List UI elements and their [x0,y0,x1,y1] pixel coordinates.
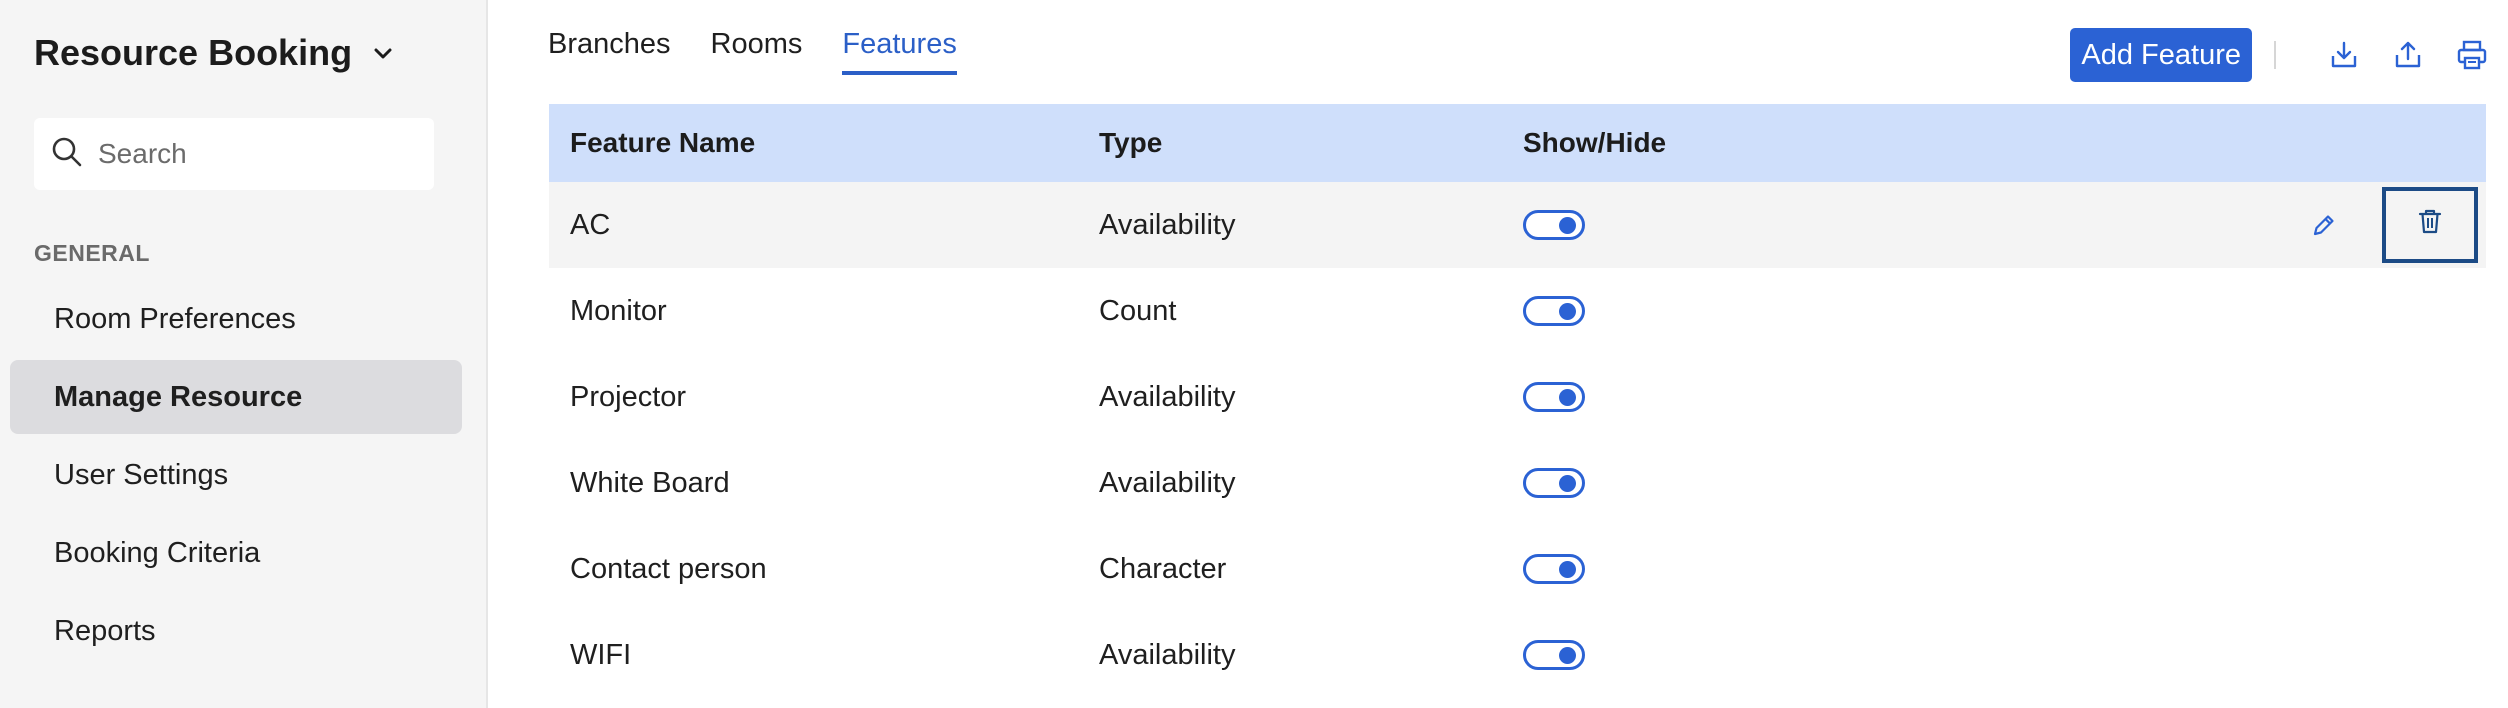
show-hide-toggle[interactable] [1523,640,1585,670]
sidebar: Resource Booking GENERAL Room Preference… [0,0,488,708]
table-row[interactable]: AC Availability [549,182,2486,268]
section-label-general: GENERAL [34,240,150,267]
sidebar-item-reports[interactable]: Reports [10,594,462,668]
feature-name: AC [549,209,1099,242]
tab-branches[interactable]: Branches [548,28,671,75]
export-icon[interactable] [2388,35,2428,75]
feature-name: Contact person [549,553,1099,586]
tab-rooms[interactable]: Rooms [711,28,803,75]
search-box[interactable] [34,118,434,190]
search-input[interactable] [98,138,418,170]
show-hide-toggle[interactable] [1523,382,1585,412]
print-icon[interactable] [2452,35,2492,75]
feature-type: Availability [1099,639,1523,672]
show-hide-toggle[interactable] [1523,468,1585,498]
import-icon[interactable] [2324,35,2364,75]
feature-name: WIFI [549,639,1099,672]
table-row[interactable]: Monitor Count [549,268,2486,354]
show-hide-toggle[interactable] [1523,210,1585,240]
table-row[interactable]: Projector Availability [549,354,2486,440]
table-row[interactable]: Contact person Character [549,526,2486,612]
feature-type: Character [1099,553,1523,586]
toolbar: Add Feature [2070,28,2492,82]
sidebar-item-user-settings[interactable]: User Settings [10,438,462,512]
feature-name: Projector [549,381,1099,414]
search-icon [50,135,84,174]
column-header-feature-name: Feature Name [549,127,1099,159]
toolbar-divider [2274,41,2276,69]
feature-type: Availability [1099,209,1523,242]
trash-icon [2415,206,2445,244]
table-row[interactable]: White Board Availability [549,440,2486,526]
tab-features[interactable]: Features [842,28,956,75]
feature-type: Availability [1099,381,1523,414]
chevron-down-icon [370,40,396,66]
feature-type: Count [1099,295,1523,328]
tab-bar: Branches Rooms Features [548,28,957,75]
table-row[interactable]: WIFI Availability [549,612,2486,698]
column-header-type: Type [1099,127,1523,159]
sidebar-item-room-preferences[interactable]: Room Preferences [10,282,462,356]
sidebar-item-manage-resource[interactable]: Manage Resource [10,360,462,434]
show-hide-toggle[interactable] [1523,296,1585,326]
feature-name: Monitor [549,295,1099,328]
app-switcher[interactable]: Resource Booking [34,28,396,78]
show-hide-toggle[interactable] [1523,554,1585,584]
app-title: Resource Booking [34,32,352,74]
table-header: Feature Name Type Show/Hide [549,104,2486,182]
feature-name: White Board [549,467,1099,500]
column-header-show-hide: Show/Hide [1523,127,2023,159]
features-table: Feature Name Type Show/Hide AC Availabil… [549,104,2486,698]
sidebar-nav: Room Preferences Manage Resource User Se… [10,282,462,672]
edit-icon[interactable] [2304,205,2344,245]
add-feature-button[interactable]: Add Feature [2070,28,2252,82]
delete-button[interactable] [2382,187,2478,263]
feature-type: Availability [1099,467,1523,500]
sidebar-item-booking-criteria[interactable]: Booking Criteria [10,516,462,590]
